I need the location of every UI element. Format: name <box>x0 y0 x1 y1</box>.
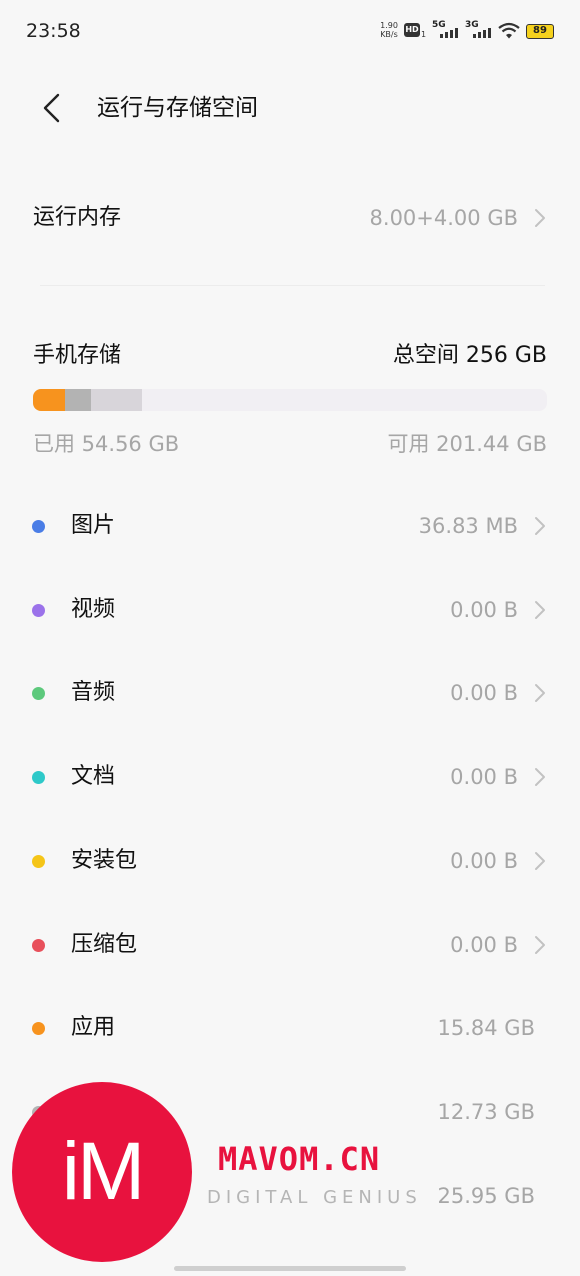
page-title: 运行与存储空间 <box>97 95 258 121</box>
storage-bar-segment-system <box>90 389 143 411</box>
category-size: 12.73 GB <box>437 1100 535 1124</box>
category-color-dot <box>32 855 45 868</box>
status-time: 23:58 <box>26 20 81 42</box>
chevron-right-icon <box>535 684 545 702</box>
chevron-right-icon <box>535 768 545 786</box>
category-size: 0.00 B <box>450 765 518 789</box>
chevron-right-icon <box>535 209 545 227</box>
storage-available: 可用 201.44 GB <box>387 432 547 456</box>
chevron-right-icon <box>535 936 545 954</box>
battery-icon: 89 <box>526 24 554 39</box>
category-size: 0.00 B <box>450 598 518 622</box>
category-label: 图片 <box>71 513 116 538</box>
battery-level: 89 <box>533 25 547 36</box>
watermark-logo: iM <box>12 1082 192 1262</box>
storage-bar-segment-apps <box>33 389 65 411</box>
chevron-right-icon <box>535 517 545 535</box>
category-color-dot <box>32 1022 45 1035</box>
category-size: 0.00 B <box>450 681 518 705</box>
storage-usage-bar <box>33 389 547 411</box>
category-label: 音频 <box>71 680 116 705</box>
network-speed-unit: KB/s <box>380 30 398 39</box>
category-label: 视频 <box>71 597 116 622</box>
category-color-dot <box>32 604 45 617</box>
network-speed: 1.90 KB/s <box>378 21 400 39</box>
ram-value: 8.00+4.00 GB <box>369 206 518 230</box>
network-speed-value: 1.90 <box>380 21 398 30</box>
category-size: 0.00 B <box>450 933 518 957</box>
signal-3g-icon: 3G <box>465 20 493 40</box>
hd-icon: HD <box>404 23 420 37</box>
watermark-brand: MAVOM.CN <box>218 1140 381 1178</box>
category-label: 安装包 <box>71 848 138 873</box>
hd-sub-label: 1 <box>421 30 427 39</box>
watermark-tagline: DIGITAL GENIUS <box>207 1187 422 1208</box>
category-color-dot <box>32 520 45 533</box>
category-size: 25.95 GB <box>437 1184 535 1208</box>
ram-label: 运行内存 <box>33 205 122 230</box>
storage-bar-segment-other <box>64 389 91 411</box>
chevron-right-icon <box>535 601 545 619</box>
category-color-dot <box>32 771 45 784</box>
wifi-icon <box>498 22 520 39</box>
storage-label: 手机存储 <box>33 343 122 368</box>
category-label: 压缩包 <box>71 932 138 957</box>
back-button[interactable] <box>34 90 70 126</box>
category-size: 36.83 MB <box>418 514 518 538</box>
category-color-dot <box>32 939 45 952</box>
storage-used: 已用 54.56 GB <box>33 432 180 456</box>
home-indicator[interactable] <box>174 1266 406 1271</box>
chevron-right-icon <box>535 852 545 870</box>
category-size: 15.84 GB <box>437 1016 535 1040</box>
category-label: 应用 <box>71 1015 116 1040</box>
storage-total: 总空间 256 GB <box>392 343 547 368</box>
category-label: 文档 <box>71 764 116 789</box>
divider <box>40 285 545 286</box>
status-bar: 23:58 1.90 KB/s HD 1 5G 3G 89 <box>0 0 580 62</box>
signal-5g-icon: 5G <box>432 20 460 40</box>
category-size: 0.00 B <box>450 849 518 873</box>
category-color-dot <box>32 687 45 700</box>
